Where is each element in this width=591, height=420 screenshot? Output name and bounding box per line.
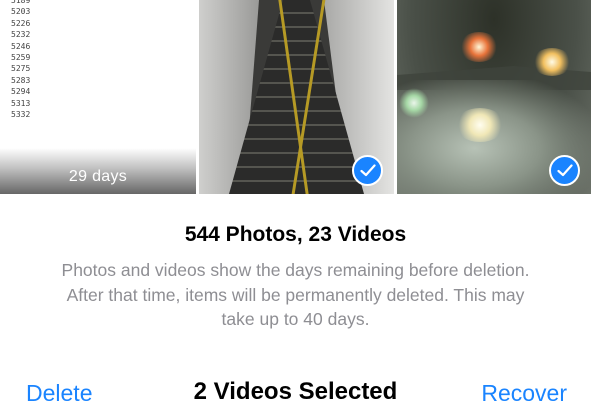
bottom-toolbar: Delete 2 Videos Selected Recover	[0, 376, 591, 412]
checkmark-icon	[359, 164, 376, 177]
deletion-info-text: Photos and videos show the days remainin…	[0, 258, 591, 332]
library-count-title: 544 Photos, 23 Videos	[184, 223, 407, 246]
document-number: 5232	[11, 30, 31, 40]
document-number: 5203	[11, 7, 31, 17]
document-number: 5275	[11, 64, 31, 74]
document-number-list: 5189 5203 5226 5232 5246 5259 5275 5283 …	[11, 0, 30, 120]
document-number: 5246	[11, 41, 31, 51]
checkmark-icon	[556, 164, 573, 177]
document-number: 5294	[11, 87, 31, 97]
selected-checkmark-icon[interactable]	[352, 155, 383, 186]
days-remaining-label: 29 days	[68, 168, 128, 185]
document-number: 5283	[11, 75, 31, 85]
document-number: 5259	[11, 52, 31, 62]
document-number: 5226	[11, 18, 31, 28]
firework-burst	[455, 108, 505, 142]
grid-item-document[interactable]: 5189 5203 5226 5232 5246 5259 5275 5283 …	[0, 0, 196, 194]
info-line: After that time, items will be permanent…	[66, 284, 525, 305]
selected-checkmark-icon[interactable]	[549, 155, 580, 186]
firework-burst	[399, 88, 429, 118]
info-line: take up to 40 days.	[221, 309, 370, 329]
firework-burst	[459, 32, 499, 62]
photo-grid: 5189 5203 5226 5232 5246 5259 5275 5283 …	[0, 0, 591, 194]
delete-button[interactable]: Delete	[26, 380, 92, 407]
document-number: 5313	[11, 98, 31, 108]
document-number: 5332	[11, 109, 31, 119]
info-line: Photos and videos show the days remainin…	[61, 260, 530, 280]
recover-button[interactable]: Recover	[481, 380, 567, 407]
firework-burst	[532, 48, 572, 76]
